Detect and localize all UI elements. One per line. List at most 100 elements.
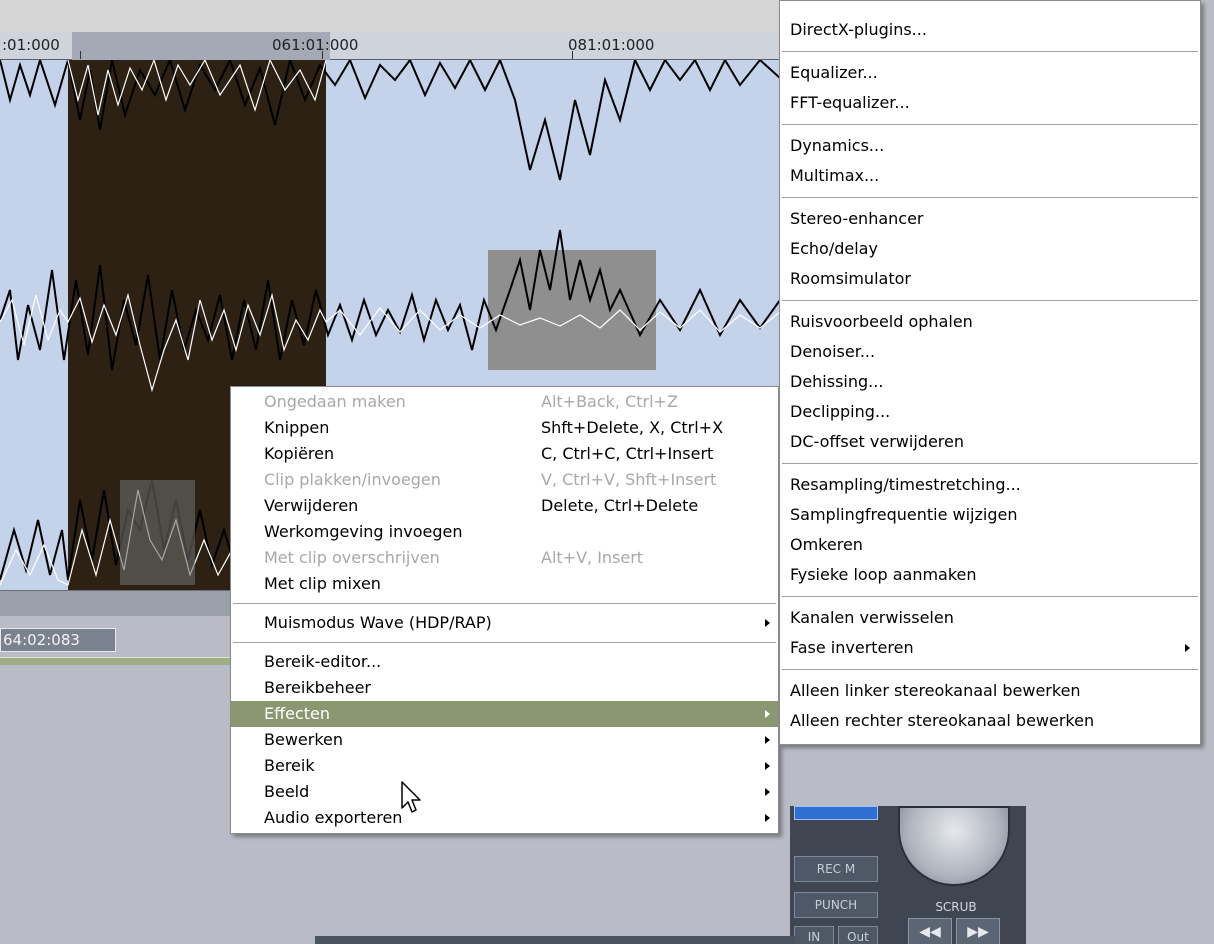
rewind-button[interactable]: ◀◀ [908, 918, 952, 944]
menu-item-mouse-mode[interactable]: Muismodus Wave (HDP/RAP) [231, 610, 778, 636]
menu-item-delete[interactable]: Verwijderen Delete, Ctrl+Delete [231, 493, 778, 519]
context-menu: Ongedaan maken Alt+Back, Ctrl+Z Knippen … [230, 386, 779, 834]
menu-item-label: Beeld [264, 782, 310, 801]
submenu-arrow-icon [765, 814, 770, 822]
menu-item-declipping[interactable]: Declipping... [780, 397, 1200, 427]
fast-forward-icon: ▶▶ [967, 924, 989, 940]
menu-item-overwrite-clip[interactable]: Met clip overschrijven Alt+V, Insert [231, 545, 778, 571]
menu-separator [782, 463, 1198, 464]
in-button[interactable]: IN [794, 926, 834, 944]
loop-button[interactable] [794, 806, 878, 820]
menu-item-label: Alleen rechter stereokanaal bewerken [790, 711, 1095, 730]
menu-item-view[interactable]: Beeld [231, 779, 778, 805]
menu-item-shortcut: V, Ctrl+V, Shft+Insert [541, 470, 717, 489]
ruler-tick [572, 51, 573, 59]
menu-separator [782, 124, 1198, 125]
menu-item-reverse[interactable]: Omkeren [780, 530, 1200, 560]
submenu-arrow-icon [765, 788, 770, 796]
submenu-arrow-icon [1185, 644, 1190, 652]
menu-item-label: Multimax... [790, 166, 880, 185]
time-ruler[interactable]: :01:000 061:01:000 081:01:000 [0, 32, 800, 60]
menu-item-label: Fase inverteren [790, 638, 914, 657]
menu-item-directx-plugins[interactable]: DirectX-plugins... [780, 15, 1200, 45]
menu-separator [782, 300, 1198, 301]
out-button[interactable]: Out [838, 926, 878, 944]
menu-item-label: Fysieke loop aanmaken [790, 565, 977, 584]
menu-separator [233, 603, 776, 604]
menu-item-equalizer[interactable]: Equalizer... [780, 58, 1200, 88]
rec-mode-button[interactable]: REC M [794, 856, 878, 882]
submenu-arrow-icon [765, 736, 770, 744]
rewind-icon: ◀◀ [919, 924, 941, 940]
menu-item-label: Omkeren [790, 535, 863, 554]
menu-item-label: Equalizer... [790, 63, 878, 82]
menu-item-label: Echo/delay [790, 239, 878, 258]
menu-item-effects[interactable]: Effecten [231, 701, 778, 727]
menu-item-noise-sample[interactable]: Ruisvoorbeeld ophalen [780, 307, 1200, 337]
menu-item-label: Werkomgeving invoegen [264, 522, 463, 541]
menu-item-multimax[interactable]: Multimax... [780, 161, 1200, 191]
menu-item-shortcut: Alt+V, Insert [541, 548, 644, 567]
punch-button[interactable]: PUNCH [794, 892, 878, 918]
mouse-pointer-icon [401, 781, 421, 813]
menu-item-label: Audio exporteren [264, 808, 403, 827]
menu-item-right-channel-only[interactable]: Alleen rechter stereokanaal bewerken [780, 706, 1200, 736]
menu-item-range-editor[interactable]: Bereik-editor... [231, 649, 778, 675]
menu-item-label: Dehissing... [790, 372, 884, 391]
menu-item-label: Bewerken [264, 730, 344, 749]
menu-item-label: Alleen linker stereokanaal bewerken [790, 681, 1081, 700]
menu-item-label: DirectX-plugins... [790, 20, 927, 39]
menu-item-sample-rate[interactable]: Samplingfrequentie wijzigen [780, 500, 1200, 530]
menu-separator [782, 596, 1198, 597]
menu-item-paste-clip[interactable]: Clip plakken/invoegen V, Ctrl+V, Shft+In… [231, 467, 778, 493]
fast-forward-button[interactable]: ▶▶ [956, 918, 1000, 944]
scrub-wheel[interactable] [898, 806, 1010, 886]
menu-item-insert-workspace[interactable]: Werkomgeving invoegen [231, 519, 778, 545]
menu-item-label: DC-offset verwijderen [790, 432, 964, 451]
menu-separator [782, 197, 1198, 198]
ruler-tick [80, 51, 81, 59]
menu-item-label: Clip plakken/invoegen [264, 470, 441, 489]
menu-item-swap-channels[interactable]: Kanalen verwisselen [780, 603, 1200, 633]
menu-item-undo[interactable]: Ongedaan maken Alt+Back, Ctrl+Z [231, 389, 778, 415]
menu-item-range-manager[interactable]: Bereikbeheer [231, 675, 778, 701]
menu-item-resampling[interactable]: Resampling/timestretching... [780, 470, 1200, 500]
menu-item-echo-delay[interactable]: Echo/delay [780, 234, 1200, 264]
transport-panel: REC M PUNCH IN Out SCRUB ◀◀ ▶▶ [790, 806, 1026, 944]
menu-item-stereo-enhancer[interactable]: Stereo-enhancer [780, 204, 1200, 234]
menu-item-shortcut: Shft+Delete, X, Ctrl+X [541, 418, 724, 437]
menu-item-physical-loop[interactable]: Fysieke loop aanmaken [780, 560, 1200, 590]
menu-item-dehissing[interactable]: Dehissing... [780, 367, 1200, 397]
menu-item-label: Kopiëren [264, 444, 335, 463]
menu-item-cut[interactable]: Knippen Shft+Delete, X, Ctrl+X [231, 415, 778, 441]
menu-item-copy[interactable]: Kopiëren C, Ctrl+C, Ctrl+Insert [231, 441, 778, 467]
menu-item-range[interactable]: Bereik [231, 753, 778, 779]
menu-item-denoiser[interactable]: Denoiser... [780, 337, 1200, 367]
menu-item-shortcut: C, Ctrl+C, Ctrl+Insert [541, 444, 714, 463]
menu-separator [782, 51, 1198, 52]
menu-item-dynamics[interactable]: Dynamics... [780, 131, 1200, 161]
menu-item-label: Muismodus Wave (HDP/RAP) [264, 613, 492, 632]
menu-item-label: Knippen [264, 418, 330, 437]
editor-toolbar [0, 0, 800, 32]
menu-item-export-audio[interactable]: Audio exporteren [231, 805, 778, 831]
menu-item-label: Verwijderen [264, 496, 359, 515]
menu-item-shortcut: Delete, Ctrl+Delete [541, 496, 699, 515]
menu-item-mix-clip[interactable]: Met clip mixen [231, 571, 778, 597]
menu-item-label: Ongedaan maken [264, 392, 406, 411]
submenu-arrow-icon [765, 619, 770, 627]
menu-item-edit[interactable]: Bewerken [231, 727, 778, 753]
track-strip [315, 936, 795, 944]
menu-item-room-simulator[interactable]: Roomsimulator [780, 264, 1200, 294]
menu-item-label: Declipping... [790, 402, 891, 421]
time-position-field[interactable]: 64:02:083 [0, 628, 116, 652]
menu-item-fft-equalizer[interactable]: FFT-equalizer... [780, 88, 1200, 118]
menu-separator [782, 669, 1198, 670]
submenu-arrow-icon [765, 762, 770, 770]
waveform-fill [488, 250, 656, 370]
menu-item-label: Dynamics... [790, 136, 885, 155]
menu-item-label: Met clip overschrijven [264, 548, 440, 567]
menu-item-left-channel-only[interactable]: Alleen linker stereokanaal bewerken [780, 676, 1200, 706]
menu-item-invert-phase[interactable]: Fase inverteren [780, 633, 1200, 663]
menu-item-dc-offset[interactable]: DC-offset verwijderen [780, 427, 1200, 457]
